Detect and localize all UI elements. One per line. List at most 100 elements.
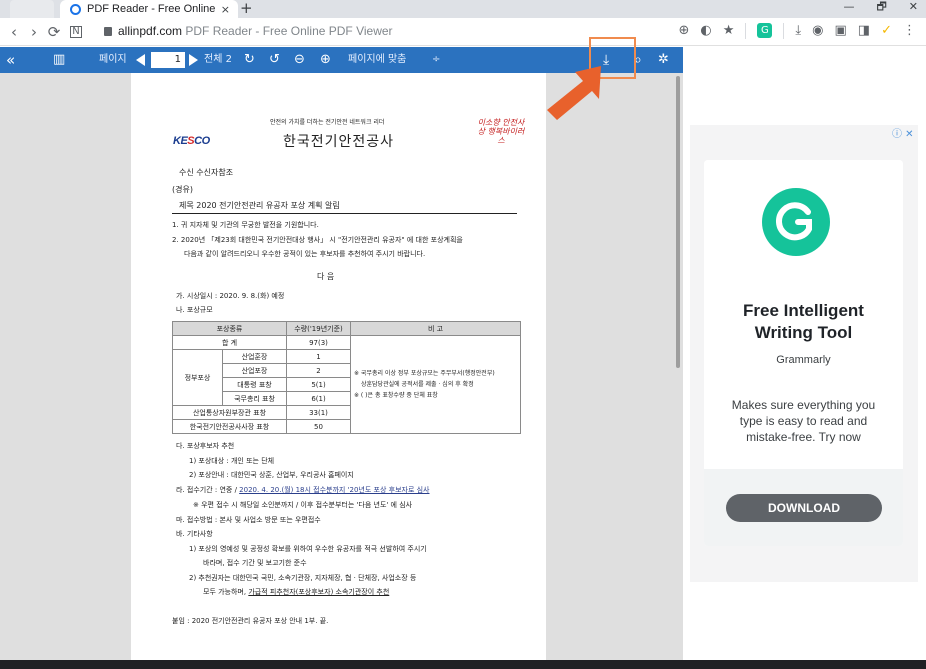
table-header: 포상종류: [172, 321, 287, 336]
logo-part: KE: [173, 135, 188, 147]
table-cell: 산업통상자원부장관 표창: [172, 405, 287, 420]
previous-page-icon[interactable]: [136, 54, 145, 66]
pdf-reader-favicon-icon: [70, 3, 81, 15]
item-ga: 가. 시상일시 : 2020. 9. 8.(화) 예정: [176, 292, 285, 300]
table-cell: 정부포상: [172, 349, 223, 406]
pdf-page: 안전의 가치를 더하는 전기안전 네트워크 리더 KESCO 한국전기안전공사 …: [131, 73, 546, 663]
note-line: ※ ( )은 총 표창수량 중 단체 표창: [354, 392, 438, 399]
grammarly-ad-card[interactable]: Free Intelligent Writing Tool Grammarly …: [704, 160, 903, 546]
ad-brand: Grammarly: [776, 354, 831, 366]
next-heading: 다 음: [317, 272, 335, 281]
ad-card-top: Free Intelligent Writing Tool Grammarly …: [704, 160, 903, 469]
ad-info-close-icon[interactable]: ⓘ ✕: [892, 125, 914, 140]
window-controls: — 🗗 ✕: [843, 0, 918, 14]
sidebar-toggle-icon[interactable]: ▥: [53, 47, 65, 73]
zoom-out-icon[interactable]: ⊖: [294, 47, 305, 73]
collapse-icon[interactable]: «: [6, 47, 15, 73]
item-da2: 2) 포상안내 : 대한민국 상훈, 산업부, 우리공사 홈페이지: [189, 471, 354, 479]
zoom-icon[interactable]: ⊕: [679, 23, 690, 39]
tab-bar: PDF Reader - Free Online PDF × + — 🗗 ✕: [0, 0, 926, 18]
logo-part: CO: [194, 135, 210, 147]
page-number-input[interactable]: 1: [151, 52, 185, 68]
paragraph-2b: 다음과 같이 알려드리오니 우수한 공적이 있는 후보자를 추천하여 주시기 바…: [184, 250, 426, 258]
rule: [172, 213, 517, 214]
taskbar-strip: [0, 660, 926, 669]
forward-button[interactable]: ›: [24, 23, 44, 41]
item-ra-prefix: 라. 접수기간 : 연중 /: [176, 486, 240, 494]
table-cell: 산업포장: [222, 363, 287, 378]
item-ba2a: 2) 추천권자는 대한민국 국민, 소속기관장, 지자체장, 협 · 단체장, …: [189, 574, 417, 582]
toolbar-separator: [745, 23, 747, 39]
table-header: 수량('19년기준): [286, 321, 351, 336]
active-tab[interactable]: PDF Reader - Free Online PDF ×: [60, 0, 238, 18]
close-window-button[interactable]: ✕: [909, 0, 918, 14]
reload-button[interactable]: ⟳: [44, 23, 64, 41]
table-cell: 33(1): [286, 405, 351, 420]
table-header: 비 고: [350, 321, 521, 336]
item-ba2b-link: 가급적 피추천자(포상후보자) 소속기관장이 추천: [248, 588, 390, 596]
minimize-button[interactable]: —: [843, 0, 854, 14]
table-note: ※ 국무총리 이상 정부 포상규모는 주무부서(행정안전부) 상훈담당관실에 공…: [350, 335, 521, 434]
tab-close-icon[interactable]: ×: [221, 3, 230, 16]
shield-icon[interactable]: ◐: [700, 23, 711, 39]
note-line: ※ 국무총리 이상 정부 포상규모는 주무부서(행정안전부): [354, 370, 495, 377]
settings-icon[interactable]: ✲: [658, 47, 669, 73]
motto-calligraphy: 이소향 안전사상 행복바이러스: [477, 118, 525, 145]
table-cell: 5(1): [286, 377, 351, 392]
download-extension-icon[interactable]: ⤓: [795, 23, 801, 39]
table-cell: 97(3): [286, 335, 351, 350]
table-cell: 국무총리 표창: [222, 391, 287, 406]
doc-header-line: 안전의 가치를 더하는 전기안전 네트워크 리더: [270, 119, 385, 126]
item-da1: 1) 포상대상 : 개인 또는 단체: [189, 457, 275, 465]
restore-button[interactable]: 🗗: [876, 0, 886, 14]
rotate-icon[interactable]: ↺: [269, 47, 280, 73]
honor-table: 포상종류 수량('19년기준) 비 고 합 계 97(3) ※ 국무총리 이상 …: [172, 321, 521, 434]
item-ba1b: 바라며, 접수 기간 및 보고기한 준수: [203, 559, 307, 567]
background-tab[interactable]: [10, 0, 54, 18]
grammarly-logo-icon: [762, 188, 830, 256]
table-cell: 6(1): [286, 391, 351, 406]
item-da: 다. 포상후보자 추천: [176, 442, 235, 450]
total-pages: 전체 2: [204, 54, 232, 65]
item-ra: 라. 접수기간 : 연중 / 2020. 4. 20.(월) 18시 접수분까지…: [176, 485, 430, 495]
reader-mode-icon[interactable]: N: [70, 25, 82, 38]
url-domain: allinpdf.com: [118, 24, 183, 38]
zoom-mode-select[interactable]: 페이지에 맞춤: [348, 47, 406, 73]
camera-icon[interactable]: ◉: [812, 23, 823, 39]
bookmark-star-icon[interactable]: ★: [723, 23, 735, 39]
table-cell: 합 계: [172, 335, 287, 350]
note-line: 상훈담당관실에 공적서를 제출 · 심의 후 확정: [361, 381, 474, 388]
grammarly-extension-icon[interactable]: G: [757, 23, 773, 38]
subject: 제목 2020 전기안전관리 유공자 포상 계획 알림: [179, 201, 340, 210]
table-cell: 대통령 표창: [222, 377, 287, 392]
new-tab-button[interactable]: +: [240, 0, 253, 16]
checkmark-icon[interactable]: ✓: [881, 23, 892, 39]
tab-title: PDF Reader - Free Online PDF: [87, 3, 217, 15]
ad-headline-line: Writing Tool: [754, 323, 853, 342]
ad-body: Makes sure everything you type is easy t…: [731, 398, 876, 444]
organization-name: 한국전기안전공사: [283, 134, 395, 150]
url-field[interactable]: allinpdf.com PDF Reader - Free Online PD…: [104, 24, 393, 38]
item-ba: 바. 기타사항: [176, 530, 213, 538]
table-cell: 산업훈장: [222, 349, 287, 364]
item-na: 나. 포상규모: [176, 306, 213, 314]
paragraph-1: 1. 귀 지자체 및 기관의 무궁한 발전을 기원합니다.: [172, 221, 319, 229]
via: (경유): [172, 185, 193, 194]
toolbar-separator: [783, 23, 785, 39]
viewer-scrollbar[interactable]: [676, 76, 680, 368]
zoom-mode-caret-icon[interactable]: ÷: [432, 47, 440, 73]
table-cell: 한국전기안전공사사장 표창: [172, 419, 287, 434]
ad-headline: Free Intelligent Writing Tool: [704, 300, 903, 344]
window-icon[interactable]: ▣: [835, 23, 847, 39]
menu-icon[interactable]: ⋮: [903, 23, 916, 39]
table-cell: 1: [286, 349, 351, 364]
zoom-in-icon[interactable]: ⊕: [320, 47, 331, 73]
refresh-icon[interactable]: ↻: [244, 47, 255, 73]
paragraph-2a: 2. 2020년 「제23회 대한민국 전기안전대상 행사」 시 "전기안전관리…: [172, 236, 463, 244]
back-button[interactable]: ‹: [4, 23, 24, 41]
ad-download-button[interactable]: DOWNLOAD: [726, 494, 882, 522]
item-ma: 마. 접수방법 : 본사 및 사업소 방문 또는 우편접수: [176, 516, 321, 524]
next-page-icon[interactable]: [189, 54, 198, 66]
attachment-line: 붙임 : 2020 전기안전관리 유공자 포상 안내 1부. 끝.: [172, 617, 329, 625]
side-panel-icon[interactable]: ◨: [858, 23, 870, 39]
